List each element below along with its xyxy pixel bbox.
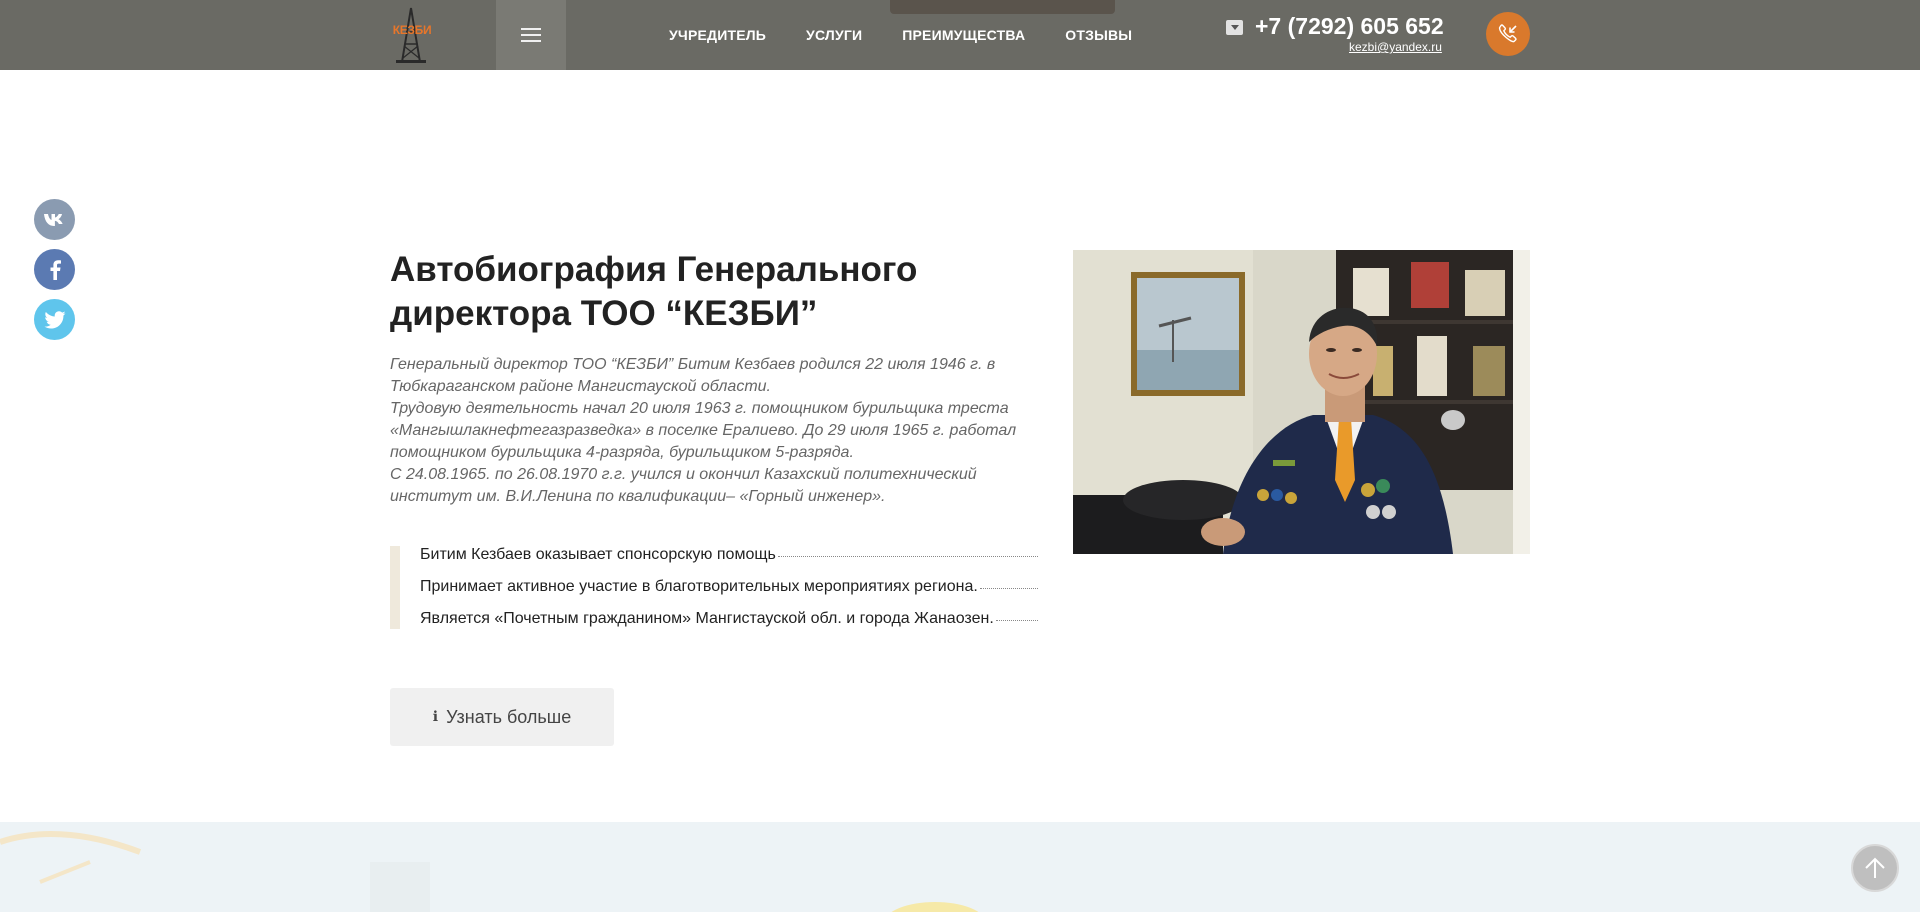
vk-share-button[interactable]	[34, 199, 75, 240]
page-title-line-2: директора ТОО “КЕЗБИ”	[390, 294, 818, 333]
nav-item-advantages[interactable]: ПРЕИМУЩЕСТВА	[902, 27, 1025, 43]
phone-dropdown-toggle[interactable]	[1226, 20, 1243, 35]
list-item-text: Принимает активное участие в благотворит…	[420, 578, 978, 595]
list-item: Битим Кезбаев оказывает спонсорскую помо…	[420, 546, 1038, 564]
twitter-share-button[interactable]	[34, 299, 75, 340]
arrow-up-icon	[1865, 857, 1885, 878]
phone-incoming-icon	[1498, 24, 1517, 43]
decorative-background-image	[0, 831, 979, 912]
intro-paragraph: Трудовую деятельность начал 20 июля 1963…	[390, 400, 1017, 461]
learn-more-label: Узнать больше	[446, 706, 572, 727]
list-item: Принимает активное участие в благотворит…	[420, 578, 1038, 596]
chevron-down-icon	[1230, 25, 1239, 30]
achievements-list: Битим Кезбаев оказывает спонсорскую помо…	[390, 546, 1038, 629]
biography-intro: Генеральный директор ТОО “КЕЗБИ” Битим К…	[390, 354, 1040, 508]
scroll-to-top-button[interactable]	[1851, 844, 1899, 892]
header-top-tab	[890, 0, 1115, 14]
dotted-leader	[979, 588, 1038, 589]
list-item: Является «Почетным гражданином» Мангиста…	[420, 610, 1038, 628]
intro-paragraph: С 24.08.1965. по 26.08.1970 г.г. учился …	[390, 466, 977, 505]
dotted-leader	[995, 620, 1038, 621]
facebook-share-button[interactable]	[34, 249, 75, 290]
next-section-preview	[0, 822, 1920, 912]
info-icon: ℹ	[432, 709, 439, 725]
intro-paragraph: Генеральный директор ТОО “КЕЗБИ” Битим К…	[390, 356, 996, 395]
vk-icon	[43, 213, 63, 226]
phone-number[interactable]: +7 (7292) 605 652	[1255, 13, 1444, 40]
director-portrait-image	[1073, 250, 1530, 554]
facebook-icon	[50, 259, 61, 280]
director-photo	[1073, 250, 1530, 554]
list-item-text: Является «Почетным гражданином» Мангиста…	[420, 610, 994, 627]
site-header: КЕЗБИ УЧРЕДИТЕЛЬ УСЛУГИ ПРЕИМУЩЕСТВА ОТЗ…	[0, 0, 1920, 70]
list-item-text: Битим Кезбаев оказывает спонсорскую помо…	[420, 546, 776, 563]
main-nav: УЧРЕДИТЕЛЬ УСЛУГИ ПРЕИМУЩЕСТВА ОТЗЫВЫ	[669, 27, 1172, 43]
page-title-line-1: Автобиография Генерального	[390, 250, 918, 289]
page-title: Автобиография Генерального директора ТОО…	[390, 248, 1030, 336]
logo-text: КЕЗБИ	[392, 23, 432, 37]
learn-more-button[interactable]: ℹ Узнать больше	[390, 688, 614, 746]
dotted-leader	[777, 556, 1038, 557]
nav-item-reviews[interactable]: ОТЗЫВЫ	[1065, 27, 1132, 43]
nav-item-services[interactable]: УСЛУГИ	[806, 27, 862, 43]
email-link[interactable]: kezbi@yandex.ru	[1349, 40, 1442, 54]
site-logo[interactable]: КЕЗБИ	[388, 6, 434, 64]
twitter-icon	[44, 310, 65, 328]
callback-button[interactable]	[1486, 12, 1530, 56]
menu-button[interactable]	[496, 0, 566, 70]
hamburger-icon	[521, 28, 541, 42]
nav-item-founder[interactable]: УЧРЕДИТЕЛЬ	[669, 27, 766, 43]
